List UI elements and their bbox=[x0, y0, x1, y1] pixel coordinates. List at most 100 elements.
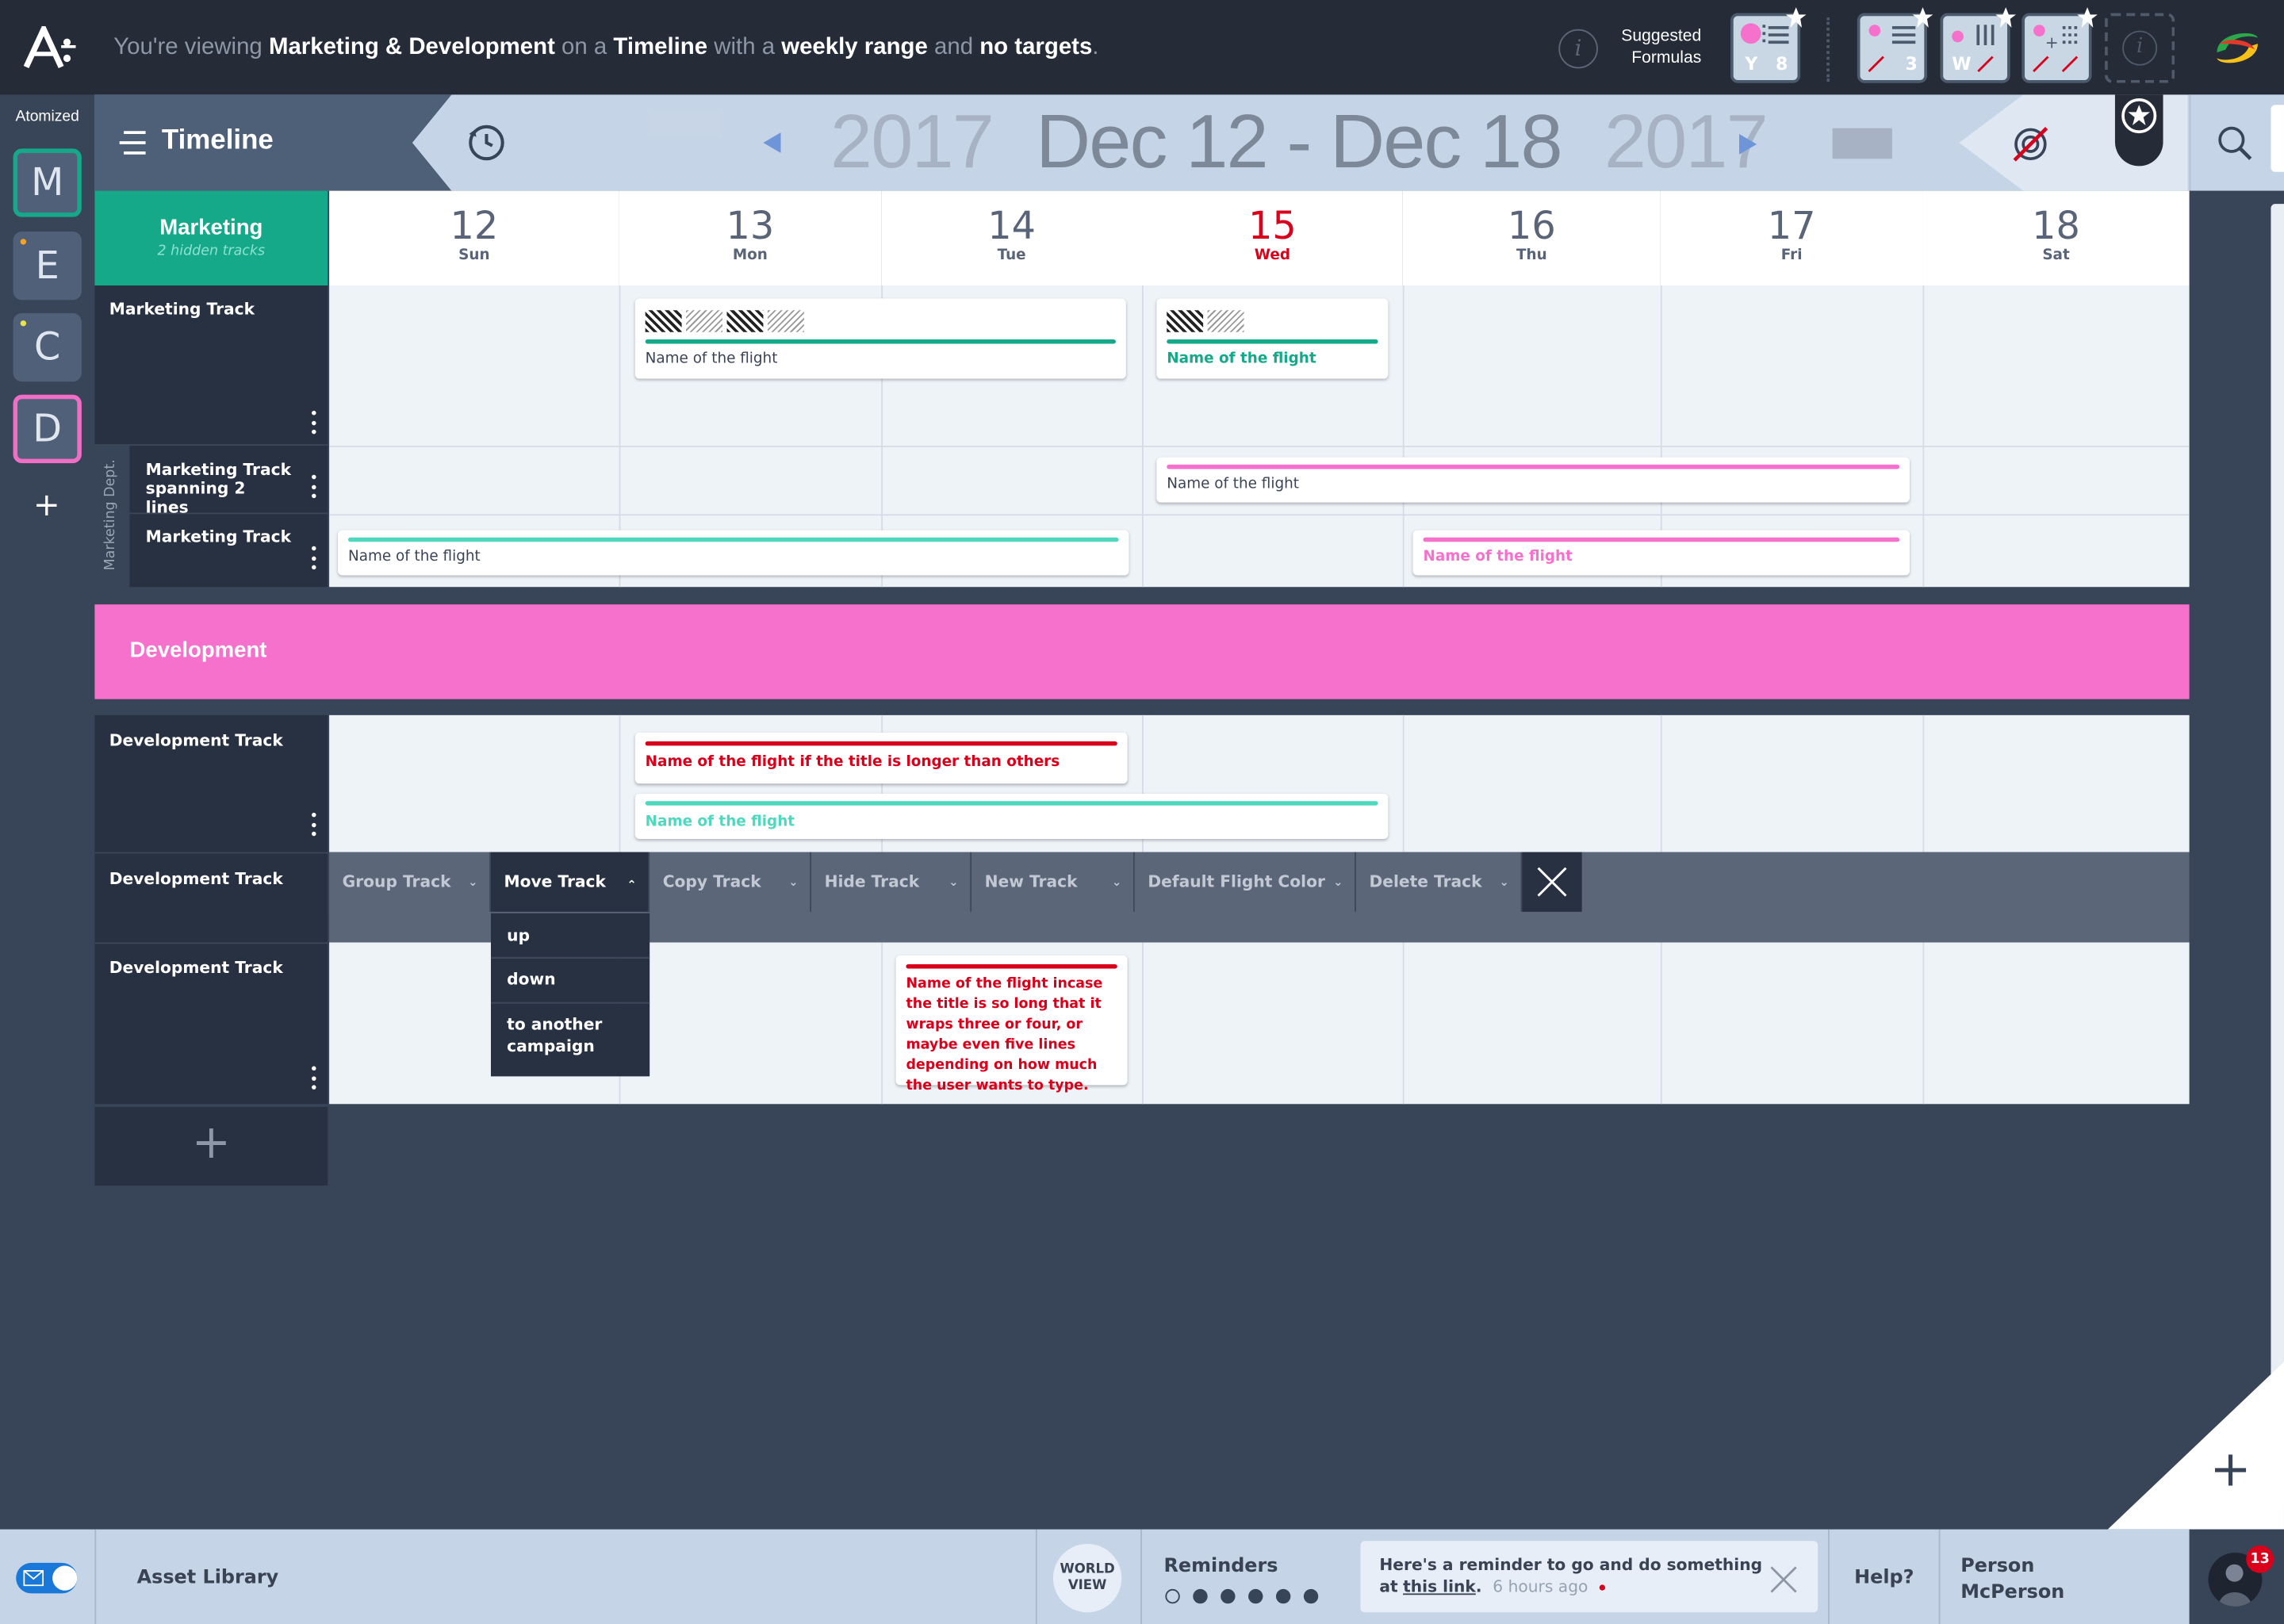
add-track-button[interactable]: + bbox=[94, 1106, 328, 1186]
flight-name: Name of the flight bbox=[1167, 476, 1299, 492]
pager-dot[interactable] bbox=[1248, 1588, 1263, 1604]
empty-formula-slot[interactable]: i bbox=[2105, 13, 2175, 83]
view-type[interactable]: Timeline bbox=[613, 35, 707, 59]
hide-track-button[interactable]: Hide Track ⌄ bbox=[811, 852, 972, 912]
info-icon[interactable]: i bbox=[1558, 29, 1598, 69]
hidden-tracks-label[interactable]: 2 hidden tracks bbox=[94, 243, 328, 259]
track-label-development-1[interactable]: Development Track bbox=[94, 714, 328, 852]
day-name: Sun bbox=[458, 247, 490, 264]
history-icon[interactable] bbox=[466, 122, 507, 163]
notification-badge[interactable]: 13 bbox=[2246, 1545, 2274, 1573]
svg-text:+: + bbox=[2045, 33, 2059, 52]
asset-library-link[interactable]: Asset Library bbox=[137, 1567, 279, 1589]
targets-type[interactable]: no targets bbox=[979, 35, 1092, 59]
user-name[interactable]: Person McPerson bbox=[1960, 1554, 2064, 1607]
grid-line bbox=[1922, 285, 1925, 588]
close-toolbar-button[interactable] bbox=[1522, 852, 1582, 912]
close-icon[interactable] bbox=[1770, 1566, 1798, 1594]
brand-label: Atomized bbox=[15, 107, 79, 125]
scrollbar-track[interactable] bbox=[2189, 190, 2284, 1530]
flight-card[interactable]: Name of the flight bbox=[634, 298, 1126, 379]
flight-card[interactable]: Name of the flight bbox=[634, 794, 1389, 839]
group-track-button[interactable]: Group Track ⌄ bbox=[329, 852, 491, 912]
track-label-development-2[interactable]: Development Track bbox=[94, 852, 328, 943]
rail-item-m[interactable]: M bbox=[13, 148, 82, 217]
flight-card[interactable]: Name of the flight bbox=[1412, 530, 1910, 576]
add-campaign-button[interactable]: + bbox=[32, 488, 61, 524]
grid-line bbox=[1660, 942, 1662, 1105]
formula-card-2[interactable]: 3 bbox=[1857, 7, 1933, 83]
formula-card-4[interactable]: + bbox=[2021, 7, 2098, 83]
year-left[interactable]: 2017 bbox=[830, 101, 994, 186]
rail-item-e[interactable]: E bbox=[13, 232, 82, 301]
on-a-text: on a bbox=[561, 35, 607, 60]
pager-dot[interactable] bbox=[1275, 1588, 1291, 1604]
kebab-menu-icon[interactable] bbox=[310, 474, 316, 499]
track-label-marketing-1[interactable]: Marketing Track bbox=[94, 285, 328, 446]
prev-week-icon[interactable] bbox=[763, 132, 781, 153]
notification-count: 13 bbox=[2250, 1551, 2270, 1568]
pager-dot[interactable] bbox=[1165, 1588, 1180, 1604]
pager-dot[interactable] bbox=[1303, 1588, 1319, 1604]
reminder-pager[interactable] bbox=[1165, 1588, 1319, 1604]
delete-track-button[interactable]: Delete Track ⌄ bbox=[1355, 852, 1523, 912]
favorites-tab[interactable] bbox=[2114, 94, 2163, 167]
grid-line bbox=[1922, 714, 1925, 852]
formula-1-num: 8 bbox=[1775, 53, 1788, 75]
track-label-marketing-2[interactable]: Marketing Track spanning 2 lines bbox=[129, 446, 328, 517]
reminder-card[interactable]: Here's a reminder to go and do something… bbox=[1360, 1541, 1818, 1613]
viewing-name[interactable]: Marketing & Development bbox=[269, 35, 555, 59]
new-track-button[interactable]: New Track ⌄ bbox=[971, 852, 1135, 912]
move-option-up[interactable]: up bbox=[490, 913, 650, 959]
kebab-menu-icon[interactable] bbox=[310, 812, 316, 837]
divider bbox=[1938, 1529, 1941, 1624]
world-view-button[interactable]: WORLD VIEW bbox=[1052, 1543, 1122, 1613]
move-option-other-campaign[interactable]: to another campaign bbox=[490, 1003, 650, 1077]
formula-card-1[interactable]: Y 8 bbox=[1730, 7, 1807, 83]
no-target-icon[interactable] bbox=[2012, 125, 2050, 163]
formula-card-3[interactable]: W bbox=[1940, 7, 2017, 83]
marketing-dept-band: Marketing Dept. bbox=[94, 446, 130, 588]
track-label-development-3[interactable]: Development Track bbox=[94, 942, 328, 1105]
pager-dot[interactable] bbox=[1193, 1588, 1208, 1604]
scrollbar-thumb[interactable] bbox=[2271, 204, 2284, 1508]
rail-item-c[interactable]: C bbox=[13, 312, 82, 382]
chevron-down-icon: ⌄ bbox=[788, 875, 799, 889]
copy-track-button[interactable]: Copy Track ⌄ bbox=[650, 852, 812, 912]
search-field-edge[interactable] bbox=[2271, 105, 2284, 172]
range-type[interactable]: weekly range bbox=[781, 35, 928, 59]
grid-line bbox=[1402, 942, 1405, 1105]
flight-card[interactable]: Name of the flight bbox=[1156, 298, 1389, 379]
asset-thumbnail bbox=[686, 310, 723, 332]
track-label-marketing-3[interactable]: Marketing Track bbox=[129, 514, 328, 588]
swirl-logo-icon[interactable] bbox=[2211, 23, 2263, 72]
world-view-label: VIEW bbox=[1067, 1579, 1107, 1594]
flight-card[interactable]: Name of the flight if the title is longe… bbox=[634, 732, 1128, 784]
flight-color-bar bbox=[1423, 537, 1900, 542]
marketing-group-header[interactable]: Marketing 2 hidden tracks bbox=[94, 190, 328, 286]
search-icon[interactable] bbox=[2216, 124, 2254, 162]
timeline-menu[interactable]: Timeline bbox=[94, 94, 452, 191]
flight-card[interactable]: Name of the flight incase the title is s… bbox=[895, 955, 1128, 1094]
flight-card[interactable]: Name of the flight bbox=[1156, 457, 1910, 503]
kebab-menu-icon[interactable] bbox=[310, 1066, 316, 1090]
move-option-down[interactable]: down bbox=[490, 958, 650, 1004]
default-flight-color-button[interactable]: Default Flight Color ⌄ bbox=[1134, 852, 1356, 912]
flight-card[interactable]: Name of the flight bbox=[338, 530, 1129, 576]
unread-dot bbox=[1599, 1584, 1605, 1591]
reminders-label[interactable]: Reminders bbox=[1164, 1556, 1278, 1578]
move-track-button[interactable]: Move Track ⌃ bbox=[490, 852, 650, 912]
help-link[interactable]: Help? bbox=[1854, 1567, 1914, 1589]
atomized-logo-icon[interactable] bbox=[23, 21, 76, 70]
kebab-menu-icon[interactable] bbox=[310, 546, 316, 570]
viewing-prefix: You're viewing bbox=[113, 35, 263, 60]
development-group-header[interactable]: Development bbox=[94, 604, 2190, 699]
reminder-link[interactable]: this link bbox=[1403, 1577, 1476, 1596]
kebab-menu-icon[interactable] bbox=[310, 410, 316, 435]
flight-name: Name of the flight if the title is longe… bbox=[645, 754, 1060, 771]
next-week-icon[interactable] bbox=[1739, 133, 1757, 155]
rail-item-d[interactable]: D bbox=[13, 394, 82, 464]
toggle-switch[interactable] bbox=[16, 1562, 78, 1594]
day-number: 16 bbox=[1507, 205, 1556, 250]
pager-dot[interactable] bbox=[1221, 1588, 1236, 1604]
